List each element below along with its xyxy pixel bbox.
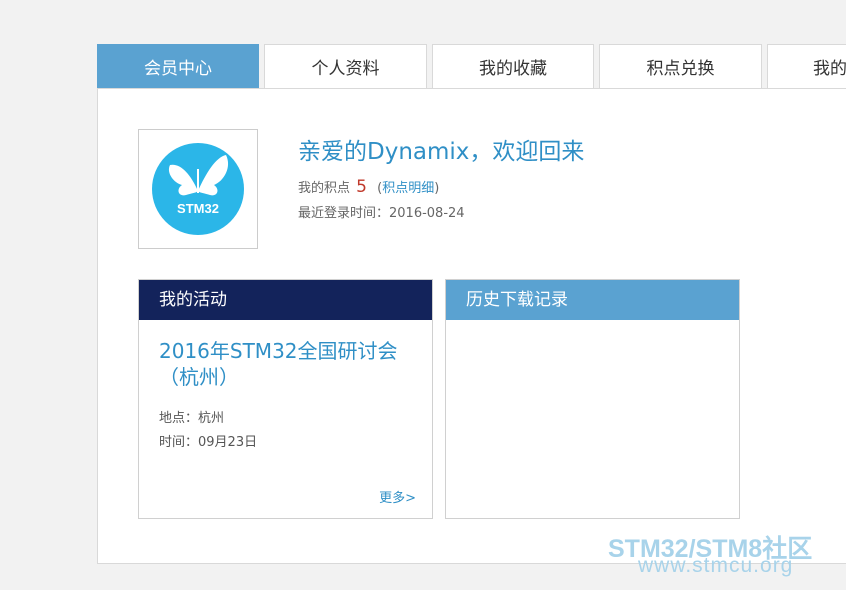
more-link[interactable]: 更多> — [379, 487, 416, 506]
tab-bar: 会员中心 个人资料 我的收藏 积点兑换 我的 — [97, 44, 846, 89]
points-value: 5 — [356, 177, 367, 197]
points-summary: 我的积点 5 (积点明细) — [298, 177, 439, 197]
watermark-url: www.stmcu.org — [638, 554, 794, 577]
tab-member-center[interactable]: 会员中心 — [97, 44, 259, 88]
points-label: 我的积点 — [298, 181, 351, 196]
welcome-heading: 亲爱的Dynamix，欢迎回来 — [298, 139, 585, 165]
butterfly-icon — [168, 155, 229, 196]
logo-text: STM32 — [177, 201, 219, 216]
event-title-link[interactable]: 2016年STM32全国研讨会（杭州） — [159, 338, 419, 390]
my-activities-header: 我的活动 — [139, 280, 432, 320]
last-login-time: 最近登录时间：2016-08-24 — [298, 206, 465, 221]
points-paren-close: ) — [434, 181, 440, 196]
stm32-logo: STM32 — [152, 143, 244, 235]
my-activities-card: 我的活动 2016年STM32全国研讨会（杭州） 地点：杭州 时间：09月23日… — [138, 279, 433, 519]
event-time: 时间：09月23日 — [159, 435, 258, 450]
tab-points-exchange[interactable]: 积点兑换 — [599, 44, 762, 88]
download-history-card: 历史下载记录 — [445, 279, 740, 519]
tab-my-more[interactable]: 我的 — [767, 44, 846, 88]
avatar: STM32 — [138, 129, 258, 249]
event-location: 地点：杭州 — [159, 411, 225, 426]
tab-my-favorites[interactable]: 我的收藏 — [432, 44, 594, 88]
download-history-header: 历史下载记录 — [446, 280, 739, 320]
tab-personal-info[interactable]: 个人资料 — [264, 44, 427, 88]
points-detail-link[interactable]: 积点明细 — [382, 181, 434, 196]
